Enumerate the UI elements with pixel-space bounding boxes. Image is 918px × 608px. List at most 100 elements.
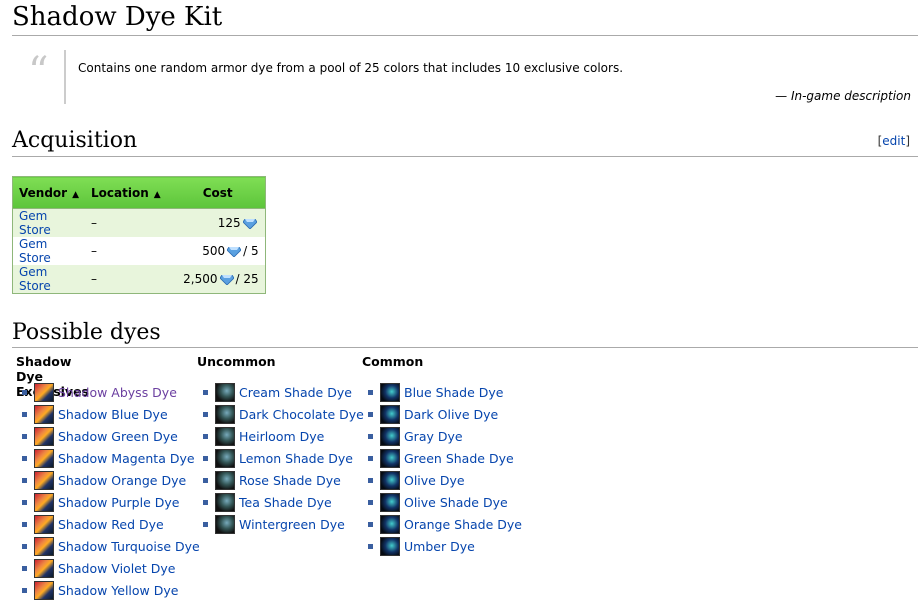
dye-list-item: Shadow Yellow Dye <box>22 579 200 601</box>
dye-link[interactable]: Dark Chocolate Dye <box>239 407 364 422</box>
gem-icon <box>241 216 257 230</box>
location-column-header[interactable]: Location ▲︎ <box>85 176 167 209</box>
uncommon-dye-icon[interactable] <box>215 404 235 424</box>
dye-list-item: Dark Chocolate Dye <box>203 403 364 425</box>
vendor-cell[interactable]: Gem Store <box>12 265 85 294</box>
cost-column-header[interactable]: Cost <box>166 176 266 209</box>
common-dye-icon[interactable] <box>380 470 400 490</box>
dye-link[interactable]: Gray Dye <box>404 429 463 444</box>
dye-link[interactable]: Shadow Blue Dye <box>58 407 168 422</box>
dye-link[interactable]: Shadow Orange Dye <box>58 473 186 488</box>
exclusive-dye-icon[interactable] <box>34 404 54 424</box>
description-quote: “ Contains one random armor dye from a p… <box>26 49 911 106</box>
dye-list-item: Lemon Shade Dye <box>203 447 364 469</box>
dye-link[interactable]: Tea Shade Dye <box>239 495 332 510</box>
bullet-icon <box>368 499 373 505</box>
common-dye-icon[interactable] <box>380 382 400 402</box>
dye-link[interactable]: Shadow Yellow Dye <box>58 583 178 598</box>
dye-link[interactable]: Umber Dye <box>404 539 475 554</box>
exclusive-dye-icon[interactable] <box>34 470 54 490</box>
bullet-icon <box>203 477 208 483</box>
dye-list-item: Dark Olive Dye <box>368 403 522 425</box>
common-dye-icon[interactable] <box>380 426 400 446</box>
vendor-cell[interactable]: Gem Store <box>12 208 85 237</box>
title-divider <box>12 35 918 36</box>
common-dye-icon[interactable] <box>380 536 400 556</box>
exclusive-dye-icon[interactable] <box>34 580 54 600</box>
bullet-icon <box>368 477 373 483</box>
uncommon-dye-icon[interactable] <box>215 448 235 468</box>
dye-link[interactable]: Shadow Red Dye <box>58 517 164 532</box>
quote-bar <box>64 50 66 104</box>
common-dye-icon[interactable] <box>380 514 400 534</box>
exclusive-dye-icon[interactable] <box>34 536 54 556</box>
uncommon-list: Cream Shade Dye Dark Chocolate Dye Heirloo… <box>203 381 364 535</box>
common-dye-icon[interactable] <box>380 492 400 512</box>
cost-value: 500 <box>202 244 226 258</box>
dye-list-item: Shadow Turquoise Dye <box>22 535 200 557</box>
bullet-icon <box>22 411 27 417</box>
dye-link[interactable]: Orange Shade Dye <box>404 517 522 532</box>
exclusive-dye-icon[interactable] <box>34 492 54 512</box>
vendor-column-header[interactable]: Vendor ▲︎ <box>12 176 85 209</box>
acquisition-divider <box>12 156 918 157</box>
exclusive-dye-icon[interactable] <box>34 514 54 534</box>
uncommon-dye-icon[interactable] <box>215 382 235 402</box>
dye-link[interactable]: Green Shade Dye <box>404 451 514 466</box>
dye-link[interactable]: Shadow Purple Dye <box>58 495 179 510</box>
dye-link[interactable]: Shadow Green Dye <box>58 429 178 444</box>
bullet-icon <box>368 389 373 395</box>
sort-arrows-icon[interactable]: ▲︎ <box>154 190 161 200</box>
dye-link[interactable]: Shadow Turquoise Dye <box>58 539 200 554</box>
cost-suffix: / 5 <box>243 244 259 258</box>
dye-link[interactable]: Cream Shade Dye <box>239 385 352 400</box>
uncommon-column: Uncommon Cream Shade Dye Dark Chocolate D… <box>197 354 364 534</box>
dye-link[interactable]: Wintergreen Dye <box>239 517 345 532</box>
exclusive-dye-icon[interactable] <box>34 426 54 446</box>
vendor-link[interactable]: Gem Store <box>19 209 51 237</box>
bullet-icon <box>368 433 373 439</box>
uncommon-dye-icon[interactable] <box>215 470 235 490</box>
vendor-row: Gem Store – 2,500 / 25 <box>12 265 266 294</box>
exclusives-list: Shadow Abyss Dye Shadow Blue Dye Shadow Gr… <box>22 381 200 601</box>
bullet-icon <box>203 433 208 439</box>
cost-suffix: / 25 <box>235 272 259 286</box>
bullet-icon <box>22 565 27 571</box>
common-dye-icon[interactable] <box>380 404 400 424</box>
bullet-icon <box>368 455 373 461</box>
dye-list-item: Shadow Green Dye <box>22 425 200 447</box>
uncommon-dye-icon[interactable] <box>215 514 235 534</box>
quote-mark-icon: “ <box>28 49 49 95</box>
dye-link[interactable]: Blue Shade Dye <box>404 385 503 400</box>
cost-cell: 2,500 / 25 <box>166 265 266 294</box>
cost-value: 125 <box>217 216 241 230</box>
common-dye-icon[interactable] <box>380 448 400 468</box>
vendor-link[interactable]: Gem Store <box>19 265 51 293</box>
uncommon-title: Uncommon <box>197 354 276 369</box>
sort-arrows-icon[interactable]: ▲︎ <box>72 190 79 200</box>
dye-link[interactable]: Shadow Violet Dye <box>58 561 175 576</box>
edit-link[interactable]: edit <box>882 134 905 148</box>
uncommon-dye-icon[interactable] <box>215 492 235 512</box>
uncommon-dye-icon[interactable] <box>215 426 235 446</box>
exclusive-dye-icon[interactable] <box>34 448 54 468</box>
dye-link[interactable]: Olive Shade Dye <box>404 495 508 510</box>
dye-link[interactable]: Lemon Shade Dye <box>239 451 353 466</box>
dye-link[interactable]: Rose Shade Dye <box>239 473 341 488</box>
dye-link[interactable]: Shadow Abyss Dye <box>58 385 177 400</box>
cost-cell: 500 / 5 <box>166 237 266 265</box>
bullet-icon <box>22 433 27 439</box>
dye-list-item: Orange Shade Dye <box>368 513 522 535</box>
exclusive-dye-icon[interactable] <box>34 382 54 402</box>
dye-link[interactable]: Heirloom Dye <box>239 429 324 444</box>
dye-link[interactable]: Shadow Magenta Dye <box>58 451 195 466</box>
vendor-cell[interactable]: Gem Store <box>12 237 85 265</box>
dye-link[interactable]: Dark Olive Dye <box>404 407 498 422</box>
bullet-icon <box>203 389 208 395</box>
vendor-link[interactable]: Gem Store <box>19 237 51 265</box>
exclusive-dye-icon[interactable] <box>34 558 54 578</box>
dye-list-item: Blue Shade Dye <box>368 381 522 403</box>
acquisition-heading: Acquisition <box>12 128 138 153</box>
dye-link[interactable]: Olive Dye <box>404 473 465 488</box>
dye-list-item: Shadow Magenta Dye <box>22 447 200 469</box>
